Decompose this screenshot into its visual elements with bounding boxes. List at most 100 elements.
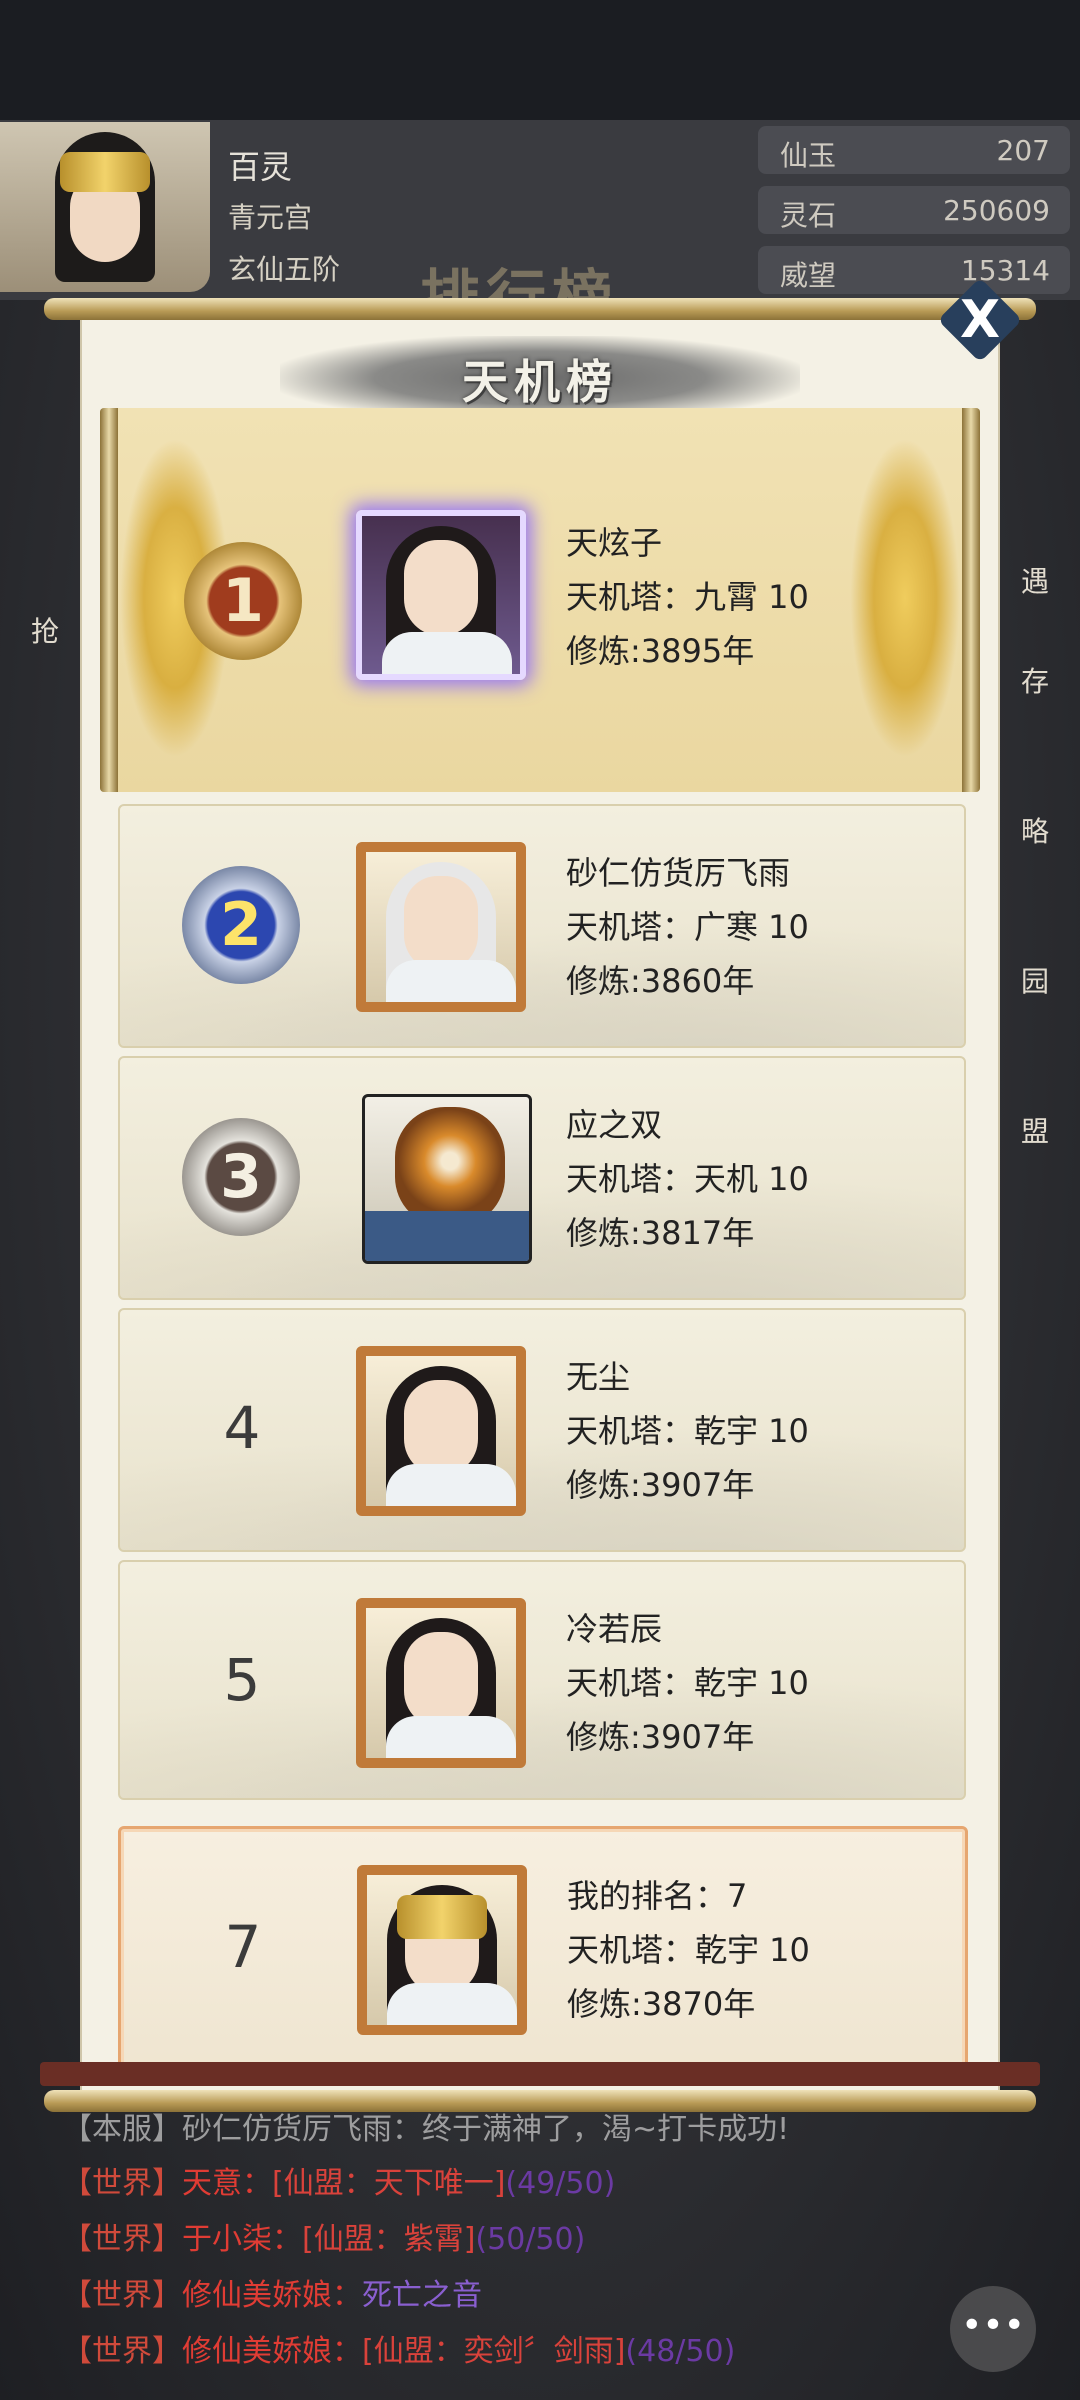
my-avatar[interactable] <box>357 1865 527 2035</box>
avatar[interactable] <box>356 842 526 1012</box>
chat-channel: 【世界】 <box>62 2222 182 2257</box>
chat-divider <box>40 2062 1040 2086</box>
chat-progress: (49/50) <box>505 2166 616 2201</box>
avatar[interactable] <box>362 1094 532 1264</box>
tower-level: 天机塔：九霄 10 <box>566 578 809 616</box>
tower-level: 天机塔：天机 10 <box>566 1160 809 1198</box>
my-rank-number: 7 <box>224 1913 262 1981</box>
avatar[interactable] <box>356 1346 526 1516</box>
chat-sender: 修仙美娇娘： <box>182 2334 362 2369</box>
cultivation-years: 修炼:3907年 <box>566 1718 755 1756</box>
avatar-tiger-head <box>395 1107 505 1227</box>
cultivation-years: 修炼:3870年 <box>567 1985 756 2023</box>
cultivation-years: 修炼:3907年 <box>566 1466 755 1504</box>
player-sect: 青元宫 <box>228 201 313 234</box>
chat-message[interactable]: 【世界】修仙美娇娘：[仙盟：奕剑〞剑雨](48/50) <box>62 2326 735 2370</box>
avatar-robe <box>387 1983 517 2025</box>
rank-number: 4 <box>223 1394 261 1462</box>
rank-2-medal-icon: 2 <box>182 866 300 984</box>
player-name: 天炫子 <box>566 524 663 562</box>
chat-channel: 【本服】 <box>62 2112 182 2147</box>
side-button-encounter[interactable]: 遇 <box>1000 560 1070 600</box>
currency-spirit-stone: 灵石 250609 <box>758 186 1070 234</box>
avatar-robe <box>386 1716 516 1758</box>
tower-level: 天机塔：乾宇 10 <box>566 1412 809 1450</box>
rank-info: 天炫子 天机塔：九霄 10 修炼:3895年 <box>566 516 809 678</box>
player-name: 砂仁仿货厉飞雨 <box>566 854 791 892</box>
chat-guild: [仙盟：奕剑〞剑雨] <box>362 2334 626 2369</box>
player-name: 应之双 <box>566 1106 663 1144</box>
rank-1-medal-icon: 1 <box>184 542 302 660</box>
avatar-face <box>404 1632 478 1728</box>
chat-guild: [仙盟：紫霄] <box>302 2222 476 2257</box>
chat-sender: 于小柒： <box>182 2222 302 2257</box>
rank-card-2[interactable]: 2 砂仁仿货厉飞雨 天机塔：广寒 10 修炼:3860年 <box>118 804 966 1048</box>
chat-message[interactable]: 【世界】于小柒：[仙盟：紫霄](50/50) <box>62 2214 585 2258</box>
close-icon: X <box>959 290 1001 350</box>
cultivation-years: 修炼:3895年 <box>566 632 755 670</box>
phoenix-ornament-right <box>850 438 960 758</box>
rank-3-medal-icon: 3 <box>182 1118 300 1236</box>
my-rank-card[interactable]: 7 我的排名：7 天机塔：乾宇 10 修炼:3870年 <box>118 1826 968 2078</box>
rank-info: 无尘 天机塔：乾宇 10 修炼:3907年 <box>566 1350 809 1512</box>
chat-channel: 【世界】 <box>62 2166 182 2201</box>
chat-content: 终于满神了，渴~打卡成功! <box>422 2112 790 2147</box>
my-rank-info: 我的排名：7 天机塔：乾宇 10 修炼:3870年 <box>567 1869 810 2031</box>
avatar-gold-mask <box>397 1895 487 1939</box>
chat-message[interactable]: 【世界】修仙美娇娘：死亡之音 <box>62 2270 482 2314</box>
side-button-grab[interactable]: 抢 <box>10 610 80 650</box>
chat-progress: (48/50) <box>625 2334 736 2369</box>
tower-level: 天机塔：广寒 10 <box>566 908 809 946</box>
top-strip <box>0 0 1080 120</box>
tower-level: 天机塔：乾宇 10 <box>566 1664 809 1702</box>
currency-jade: 仙玉 207 <box>758 126 1070 174</box>
currency-prestige: 威望 15314 <box>758 246 1070 294</box>
chat-sender: 天意： <box>182 2166 272 2201</box>
avatar-robe <box>365 1211 529 1261</box>
scroll-edge-left <box>100 408 118 792</box>
rank-info: 砂仁仿货厉飞雨 天机塔：广寒 10 修炼:3860年 <box>566 846 809 1008</box>
side-button-strategy[interactable]: 略 <box>1000 810 1070 850</box>
rank-number: 5 <box>223 1646 261 1714</box>
rank-card-5[interactable]: 5 冷若辰 天机塔：乾宇 10 修炼:3907年 <box>118 1560 966 1800</box>
chat-button[interactable]: ••• <box>950 2286 1036 2372</box>
avatar-face <box>404 540 478 636</box>
side-button-store[interactable]: 存 <box>1000 660 1070 700</box>
chat-bubble-icon: ••• <box>961 2305 1025 2346</box>
close-button[interactable]: X <box>937 277 1023 363</box>
chat-guild: [仙盟：天下唯一] <box>272 2166 506 2201</box>
avatar-robe <box>382 632 512 674</box>
currency-value: 207 <box>996 134 1050 167</box>
rank-info: 冷若辰 天机塔：乾宇 10 修炼:3907年 <box>566 1602 809 1764</box>
player-realm: 玄仙五阶 <box>228 253 341 286</box>
avatar[interactable] <box>356 1598 526 1768</box>
chat-sender: 砂仁仿货厉飞雨： <box>182 2112 422 2147</box>
player-name: 无尘 <box>566 1358 631 1396</box>
scroll-edge-right <box>962 408 980 792</box>
rank-card-1[interactable]: 1 天炫子 天机塔：九霄 10 修炼:3895年 <box>100 408 980 792</box>
chat-sender: 修仙美娇娘： <box>182 2278 362 2313</box>
rank-card-3[interactable]: 3 应之双 天机塔：天机 10 修炼:3817年 <box>118 1056 966 1300</box>
cultivation-years: 修炼:3817年 <box>566 1214 755 1252</box>
tower-level: 天机塔：乾宇 10 <box>567 1931 810 1969</box>
chat-message[interactable]: 【世界】天意：[仙盟：天下唯一](49/50) <box>62 2158 615 2202</box>
scroll-rod-top <box>44 298 1036 320</box>
chat-channel: 【世界】 <box>62 2278 182 2313</box>
avatar[interactable] <box>356 510 526 680</box>
chat-message[interactable]: 【本服】砂仁仿货厉飞雨：终于满神了，渴~打卡成功! <box>62 2104 789 2148</box>
currency-label: 仙玉 <box>780 139 837 172</box>
currency-value: 250609 <box>943 194 1050 227</box>
avatar-robe <box>386 1464 516 1506</box>
player-name: 百灵 <box>228 148 293 186</box>
player-avatar[interactable] <box>0 122 210 292</box>
modal-title: 天机榜 <box>462 355 618 409</box>
avatar-face <box>404 876 478 972</box>
avatar-robe <box>386 960 516 1002</box>
rank-info: 应之双 天机塔：天机 10 修炼:3817年 <box>566 1098 809 1260</box>
avatar-face <box>404 1380 478 1476</box>
currency-label: 威望 <box>780 259 837 292</box>
side-button-alliance[interactable]: 盟 <box>1000 1110 1070 1150</box>
rank-card-4[interactable]: 4 无尘 天机塔：乾宇 10 修炼:3907年 <box>118 1308 966 1552</box>
side-button-garden[interactable]: 园 <box>1000 960 1070 1000</box>
chat-progress: (50/50) <box>475 2222 586 2257</box>
